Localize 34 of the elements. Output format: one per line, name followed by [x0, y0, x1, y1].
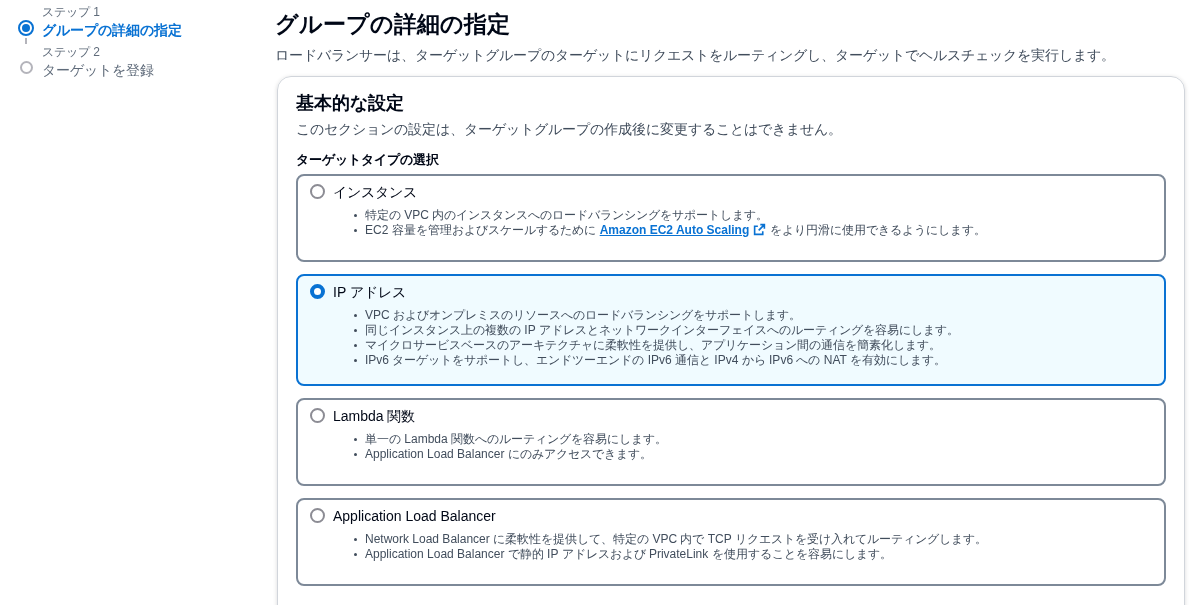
- option-label: IP アドレス: [333, 282, 406, 302]
- bullet-text: をより円滑に使用できるようにします。: [770, 222, 987, 238]
- bullet-text: EC2 容量を管理およびスケールするために: [365, 222, 596, 238]
- bullet-text: 単一の Lambda 関数へのルーティングを容易にします。: [365, 431, 668, 447]
- radio-button[interactable]: [310, 284, 325, 299]
- target-type-option[interactable]: Application Load Balancer Network Load Balancer に柔軟性を提供して、特定の VPC 内で TCP リクエストを受け入れてルーティングします。 Application Load Balancer で静的 IP アドレスおよび PrivateLink を使用することを容易にします。: [296, 497, 1166, 586]
- option-label: インスタンス: [333, 182, 417, 202]
- page-description: ロードバランサーは、ターゲットグループのターゲットにリクエストをルーティングし、ターゲットでヘルスチェックを実行します。: [275, 46, 1116, 65]
- option-label: Application Load Balancer: [333, 506, 496, 526]
- radio-button[interactable]: [310, 184, 325, 199]
- section-title: 基本的な設定: [296, 92, 405, 115]
- auto-scaling-link[interactable]: Amazon EC2 Auto Scaling: [599, 222, 767, 238]
- step-title[interactable]: グループの詳細の指定: [42, 20, 182, 40]
- target-type-option[interactable]: [296, 273, 1166, 386]
- bullet-text: 特定の VPC 内のインスタンスへのロードバランシングをサポートします。: [365, 207, 769, 223]
- bullet-text: Application Load Balancer で静的 IP アドレスおよび PrivateLink を使用することを容易にします。: [365, 546, 892, 562]
- radio-button[interactable]: [310, 508, 325, 523]
- step-label: ステップ 2: [42, 44, 101, 60]
- target-type-option[interactable]: インスタンス 特定の VPC 内のインスタンスへのロードバランシングをサポートします。 EC2 容量を管理およびスケールするために Amazon EC2 Auto Scaling をより円滑に使用できるようにします。: [296, 173, 1166, 262]
- option-label: Lambda 関数: [333, 406, 416, 426]
- bullet-text: IPv6 ターゲットをサポートし、エンドツーエンドの IPv6 通信と IPv4 から IPv6 への NAT を有効にします。: [365, 352, 946, 368]
- target-type-option[interactable]: Lambda 関数 単一の Lambda 関数へのルーティングを容易にします。 Application Load Balancer にのみアクセスできます。: [296, 397, 1166, 486]
- field-label: ターゲットタイプの選択: [296, 151, 440, 169]
- external-link-icon: [753, 222, 767, 236]
- step-label: ステップ 1: [42, 4, 101, 20]
- bullet-text: VPC およびオンプレミスのリソースへのロードバランシングをサポートします。: [365, 307, 801, 323]
- bullet-text: マイクロサービスベースのアーキテクチャに柔軟性を提供し、アプリケーション間の通信を簡素化します。: [365, 337, 941, 353]
- page-title: グループの詳細の指定: [275, 10, 511, 39]
- bullet-text: Network Load Balancer に柔軟性を提供して、特定の VPC 内で TCP リクエストを受け入れてルーティングします。: [365, 531, 987, 547]
- bullet-text: 同じインスタンス上の複数の IP アドレスとネットワークインターフェイスへのルーティングを容易にします。: [365, 322, 959, 338]
- radio-button[interactable]: [310, 408, 325, 423]
- step-title[interactable]: ターゲットを登録: [42, 60, 154, 80]
- section-description: このセクションの設定は、ターゲットグループの作成後に変更することはできません。: [296, 120, 843, 139]
- bullet-text: Application Load Balancer にのみアクセスできます。: [365, 446, 652, 462]
